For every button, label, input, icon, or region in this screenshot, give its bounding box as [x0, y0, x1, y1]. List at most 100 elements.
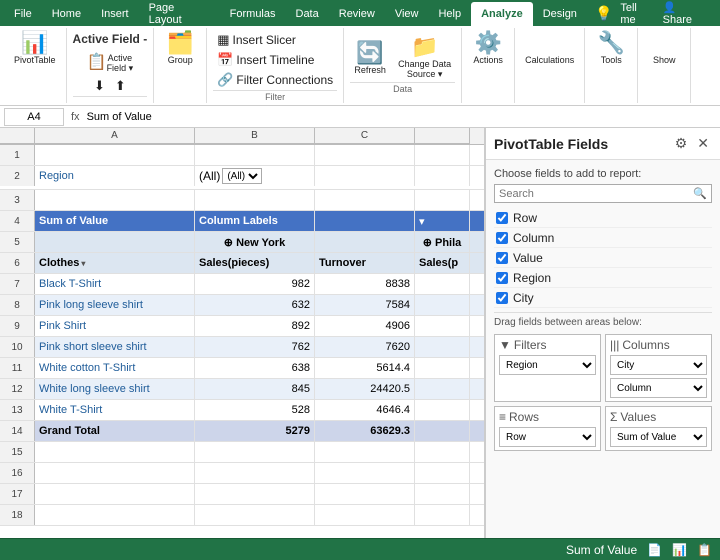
- cell-a10[interactable]: Pink short sleeve shirt: [35, 337, 195, 357]
- tab-pagelayout[interactable]: Page Layout: [139, 2, 220, 26]
- cell-b13[interactable]: 528: [195, 400, 315, 420]
- calculations-button[interactable]: ∑ Calculations: [521, 30, 578, 67]
- tab-formulas[interactable]: Formulas: [220, 2, 286, 26]
- cell-a2[interactable]: Region: [35, 166, 195, 186]
- table-row[interactable]: 10 Pink short sleeve shirt 762 7620: [0, 337, 484, 358]
- filters-select[interactable]: Region: [499, 355, 596, 375]
- rows-select[interactable]: Row: [499, 427, 596, 447]
- cell-d3[interactable]: [415, 190, 470, 210]
- cell-c7[interactable]: 8838: [315, 274, 415, 294]
- cell-d11[interactable]: [415, 358, 470, 378]
- field-column-checkbox[interactable]: [496, 232, 508, 244]
- drillup-button[interactable]: ⬆: [111, 76, 130, 96]
- values-select[interactable]: Sum of Value: [610, 427, 707, 447]
- cell-b14[interactable]: 5279: [195, 421, 315, 441]
- changedatasource-button[interactable]: 📁 Change DataSource ▾: [394, 34, 455, 82]
- col-header-d[interactable]: [415, 128, 470, 144]
- view-normal-icon[interactable]: 📄: [647, 543, 662, 557]
- cell-c15[interactable]: [315, 442, 415, 462]
- cell-d18[interactable]: [415, 505, 470, 525]
- cell-c17[interactable]: [315, 484, 415, 504]
- cell-b7[interactable]: 982: [195, 274, 315, 294]
- group-button[interactable]: 🗂️ Group: [160, 30, 200, 67]
- show-button[interactable]: 👁 Show: [644, 30, 684, 67]
- cell-c6[interactable]: Turnover: [315, 253, 415, 273]
- cell-a5[interactable]: [35, 232, 195, 252]
- tab-help[interactable]: Help: [428, 2, 471, 26]
- cell-a16[interactable]: [35, 463, 195, 483]
- refresh-button[interactable]: 🔄 Refresh: [350, 34, 390, 82]
- cell-b5[interactable]: ⊕ New York: [195, 232, 315, 252]
- cell-b8[interactable]: 632: [195, 295, 315, 315]
- cell-d15[interactable]: [415, 442, 470, 462]
- cell-c18[interactable]: [315, 505, 415, 525]
- tab-analyze[interactable]: Analyze: [471, 2, 533, 26]
- cell-a18[interactable]: [35, 505, 195, 525]
- cell-c1[interactable]: [315, 145, 415, 165]
- cell-a9[interactable]: Pink Shirt: [35, 316, 195, 336]
- cell-b11[interactable]: 638: [195, 358, 315, 378]
- cell-c8[interactable]: 7584: [315, 295, 415, 315]
- table-row[interactable]: 12 White long sleeve shirt 845 24420.5: [0, 379, 484, 400]
- cell-d16[interactable]: [415, 463, 470, 483]
- cell-c16[interactable]: [315, 463, 415, 483]
- actions-button[interactable]: ⚙️ Actions: [468, 30, 508, 67]
- cell-c10[interactable]: 7620: [315, 337, 415, 357]
- columns-select-2[interactable]: Column: [610, 378, 707, 398]
- cell-c3[interactable]: [315, 190, 415, 210]
- tab-data[interactable]: Data: [286, 2, 329, 26]
- cell-d12[interactable]: [415, 379, 470, 399]
- cell-d8[interactable]: [415, 295, 470, 315]
- col-header-c[interactable]: C: [315, 128, 415, 144]
- name-box[interactable]: [4, 108, 64, 126]
- cell-a3[interactable]: [35, 190, 195, 210]
- table-row[interactable]: 9 Pink Shirt 892 4906: [0, 316, 484, 337]
- field-city-checkbox[interactable]: [496, 292, 508, 304]
- insert-slicer-button[interactable]: ▦ Insert Slicer: [213, 30, 337, 50]
- cell-c12[interactable]: 24420.5: [315, 379, 415, 399]
- drilldown-button[interactable]: ⬇: [90, 76, 109, 96]
- cell-a11[interactable]: White cotton T-Shirt: [35, 358, 195, 378]
- cell-b2[interactable]: (All) (All): [195, 166, 315, 186]
- cell-b9[interactable]: 892: [195, 316, 315, 336]
- table-row[interactable]: 8 Pink long sleeve shirt 632 7584: [0, 295, 484, 316]
- view-layout-icon[interactable]: 📊: [672, 543, 687, 557]
- cell-c14[interactable]: 63629.3: [315, 421, 415, 441]
- table-row[interactable]: 14 Grand Total 5279 63629.3: [0, 421, 484, 442]
- cell-b3[interactable]: [195, 190, 315, 210]
- cell-a4[interactable]: Sum of Value: [35, 211, 195, 231]
- cell-c2[interactable]: [315, 166, 415, 186]
- cell-b1[interactable]: [195, 145, 315, 165]
- tab-design[interactable]: Design: [533, 2, 587, 26]
- field-region-checkbox[interactable]: [496, 272, 508, 284]
- cell-d14[interactable]: [415, 421, 470, 441]
- cell-a8[interactable]: Pink long sleeve shirt: [35, 295, 195, 315]
- insert-timeline-button[interactable]: 📅 Insert Timeline: [213, 50, 337, 70]
- cell-d10[interactable]: [415, 337, 470, 357]
- tab-review[interactable]: Review: [329, 2, 385, 26]
- cell-a1[interactable]: [35, 145, 195, 165]
- share-icon[interactable]: 👤 Share: [663, 1, 708, 26]
- cell-b12[interactable]: 845: [195, 379, 315, 399]
- cell-d9[interactable]: [415, 316, 470, 336]
- tab-view[interactable]: View: [385, 2, 429, 26]
- cell-a14[interactable]: Grand Total: [35, 421, 195, 441]
- cell-c11[interactable]: 5614.4: [315, 358, 415, 378]
- col-header-a[interactable]: A: [35, 128, 195, 144]
- columns-select-1[interactable]: City: [610, 355, 707, 375]
- table-row[interactable]: 7 Black T-Shirt 982 8838: [0, 274, 484, 295]
- search-input[interactable]: [499, 188, 693, 200]
- cell-d13[interactable]: [415, 400, 470, 420]
- field-row-checkbox[interactable]: [496, 212, 508, 224]
- filter-connections-button[interactable]: 🔗 Filter Connections: [213, 70, 337, 90]
- cell-a15[interactable]: [35, 442, 195, 462]
- tools-button[interactable]: 🔧 Tools: [591, 30, 631, 67]
- tab-home[interactable]: Home: [42, 2, 91, 26]
- cell-d5[interactable]: ⊕ Phila: [415, 232, 470, 252]
- tab-insert[interactable]: Insert: [91, 2, 139, 26]
- region-select[interactable]: (All): [222, 168, 262, 184]
- cell-a13[interactable]: White T-Shirt: [35, 400, 195, 420]
- pivot-settings-icon[interactable]: ⚙: [672, 134, 691, 153]
- cell-b16[interactable]: [195, 463, 315, 483]
- table-row[interactable]: 11 White cotton T-Shirt 638 5614.4: [0, 358, 484, 379]
